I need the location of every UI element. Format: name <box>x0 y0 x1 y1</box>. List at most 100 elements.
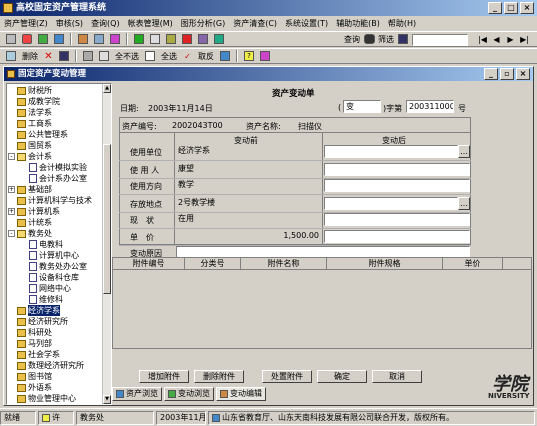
page-icon[interactable] <box>143 50 157 63</box>
save-icon[interactable] <box>57 50 71 63</box>
preview-icon[interactable] <box>97 50 111 63</box>
department-tree[interactable]: ▲ ▼ 财税所 成教学院 法学系 工商系 公共管理系 国贸系 - 会计系 会计模拟实验 会计系办公… <box>6 83 112 405</box>
maximize-button[interactable]: □ <box>504 2 518 14</box>
grid-column-header[interactable]: 附件规格 <box>327 258 443 269</box>
grid-column-header[interactable]: 附件名称 <box>241 258 327 269</box>
filter-button[interactable]: 筛选 <box>376 33 396 46</box>
delete-x-icon[interactable]: ✕ <box>42 50 55 63</box>
menu-item-8[interactable]: 帮助(H) <box>388 18 416 29</box>
after-field[interactable] <box>324 179 470 192</box>
tree-item[interactable]: - 会计系 <box>8 151 52 162</box>
tree-item[interactable]: 维修科 <box>29 294 63 305</box>
scroll-thumb[interactable] <box>103 144 111 294</box>
tree-item[interactable]: 电教科 <box>29 239 63 250</box>
menu-item-6[interactable]: 系统设置(T) <box>285 18 328 29</box>
tree-item[interactable]: 数理经济研究所 <box>17 360 84 371</box>
tree-item[interactable]: 教务处办公室 <box>29 261 87 272</box>
tag-icon[interactable] <box>164 33 178 46</box>
menu-item-7[interactable]: 辅助功能(B) <box>336 18 380 29</box>
box-icon[interactable] <box>196 33 210 46</box>
tools-icon[interactable] <box>20 33 34 46</box>
calc-icon[interactable] <box>148 33 162 46</box>
close-button[interactable]: × <box>520 2 534 14</box>
attachment-grid[interactable]: 附件编号 分类号 附件名称 附件规格 单价 <box>112 257 532 349</box>
table-icon[interactable] <box>92 33 106 46</box>
card-icon[interactable] <box>36 33 50 46</box>
tree-item[interactable]: 社会学系 <box>17 349 60 360</box>
menu-item-1[interactable]: 审核(S) <box>56 18 83 29</box>
ok-button[interactable]: 确定 <box>317 370 367 383</box>
prev-record-icon[interactable]: ◀ <box>490 33 503 46</box>
menu-item-2[interactable]: 查询(Q) <box>91 18 120 29</box>
expand-icon[interactable]: + <box>8 186 15 193</box>
print-icon[interactable] <box>4 33 18 46</box>
browse-button[interactable]: … <box>458 197 470 210</box>
delete-attachment-button[interactable]: 删除附件 <box>194 370 244 383</box>
check-icon[interactable] <box>132 33 146 46</box>
tree-item[interactable]: 公共管理系 <box>17 129 68 140</box>
grid-column-header[interactable]: 附件编号 <box>113 258 185 269</box>
tree-item[interactable]: - 教务处 <box>8 228 52 239</box>
tree-item[interactable]: 经济研究所 <box>17 316 68 327</box>
minimize-button[interactable]: _ <box>488 2 502 14</box>
tree-item[interactable]: + 计算机系 <box>8 206 60 217</box>
last-record-icon[interactable]: ▶| <box>518 33 531 46</box>
tree-scrollbar[interactable]: ▲ ▼ <box>102 84 111 404</box>
scroll-down-icon[interactable]: ▼ <box>103 395 111 404</box>
tree-item[interactable]: 会计模拟实验 <box>29 162 87 173</box>
tree-item[interactable]: 会计系办公室 <box>29 173 87 184</box>
tree-item[interactable]: 计统系 <box>17 217 52 228</box>
tree-item[interactable]: 图书馆 <box>17 371 52 382</box>
select-none-button[interactable]: 全不选 <box>113 50 141 63</box>
tree-item[interactable]: 设备科仓库 <box>29 272 79 283</box>
tree-item[interactable]: 国贸系 <box>17 140 52 151</box>
list-icon[interactable] <box>52 33 66 46</box>
inner-minimize-button[interactable]: _ <box>484 68 498 80</box>
key-icon[interactable] <box>180 33 194 46</box>
handle-attachment-button[interactable]: 处置附件 <box>262 370 312 383</box>
invert-button[interactable]: 取反 <box>196 50 216 63</box>
tree-item[interactable]: + 基础部 <box>8 184 52 195</box>
menu-item-5[interactable]: 资产清查(C) <box>233 18 277 29</box>
tree-item[interactable]: 物业管理中心 <box>17 393 76 404</box>
inner-close-button[interactable]: × <box>516 68 530 80</box>
invert-icon[interactable] <box>218 50 232 63</box>
next-record-icon[interactable]: ▶ <box>504 33 517 46</box>
tree-item[interactable]: 马列部 <box>17 338 52 349</box>
print2-icon[interactable] <box>81 50 95 63</box>
cancel-button[interactable]: 取消 <box>372 370 422 383</box>
word-field[interactable]: 变 <box>343 100 381 113</box>
after-field[interactable] <box>324 145 458 158</box>
browse-button[interactable]: … <box>458 145 470 158</box>
checkmark-icon[interactable]: ✓ <box>181 50 194 63</box>
delete-button[interactable]: 删除 <box>20 50 40 63</box>
report-icon[interactable] <box>76 33 90 46</box>
filter-icon[interactable] <box>396 33 410 46</box>
grid-column-header[interactable]: 分类号 <box>185 258 241 269</box>
tree-item[interactable]: 成教学院 <box>17 96 60 107</box>
after-field[interactable] <box>324 197 458 210</box>
tree-item[interactable]: 经济学系 <box>17 305 60 316</box>
binoculars-icon[interactable] <box>362 33 377 46</box>
tab-0[interactable]: 资产浏览 <box>112 387 162 401</box>
first-record-icon[interactable]: |◀ <box>476 33 489 46</box>
book-icon[interactable] <box>258 50 272 63</box>
tree-item[interactable]: 工商系 <box>17 118 52 129</box>
number-field[interactable]: 2003110002 <box>406 100 454 113</box>
add-attachment-button[interactable]: 增加附件 <box>139 370 189 383</box>
inner-restore-button[interactable]: ▫ <box>500 68 514 80</box>
menu-item-4[interactable]: 图形分析(G) <box>181 18 225 29</box>
collapse-icon[interactable]: - <box>8 230 15 237</box>
collapse-icon[interactable]: - <box>8 153 15 160</box>
tree-item[interactable]: 法学系 <box>17 107 52 118</box>
search-input[interactable] <box>412 34 468 46</box>
tree-item[interactable]: 科研处 <box>17 327 52 338</box>
menu-item-0[interactable]: 资产管理(Z) <box>4 18 48 29</box>
scroll-up-icon[interactable]: ▲ <box>103 84 111 93</box>
new-icon[interactable] <box>4 50 18 63</box>
after-field[interactable] <box>324 163 470 176</box>
after-field[interactable] <box>324 230 470 243</box>
tab-1[interactable]: 变动浏览 <box>164 387 214 401</box>
tree-item[interactable]: 外语系 <box>17 382 52 393</box>
tree-item[interactable]: 财税所 <box>17 85 52 96</box>
